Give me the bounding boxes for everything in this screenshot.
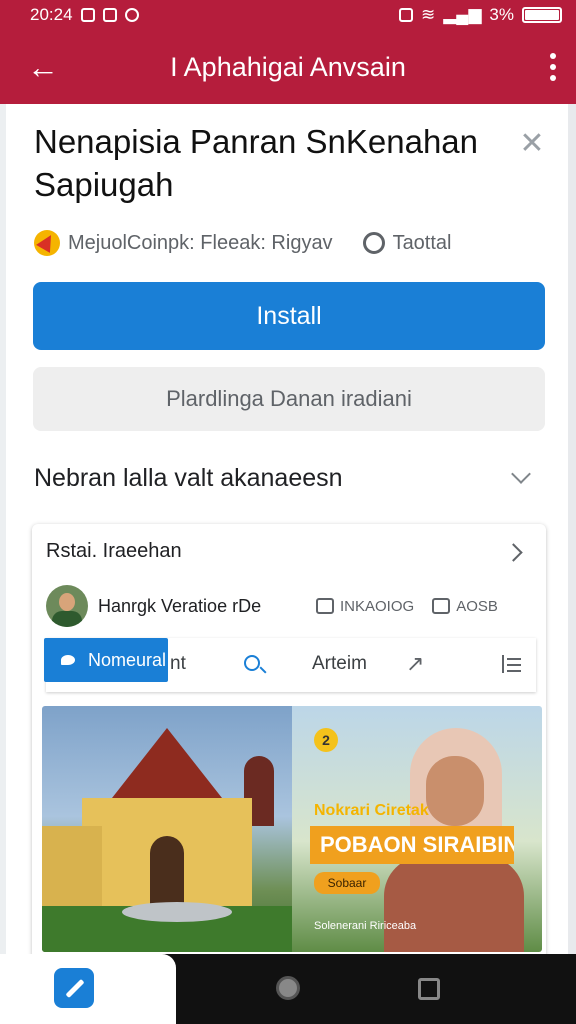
promo-small-text: Nokrari Ciretak	[314, 802, 429, 819]
preview-card[interactable]: Rstai. Iraeehan Hanrgk Veratioe rDe INKA…	[32, 524, 546, 959]
app-bar: ← I Aphahigai Anvsain	[0, 30, 576, 104]
app-bar-title: I Aphahigai Anvsain	[170, 51, 406, 82]
pill-label: Nomeural	[88, 649, 167, 670]
list-icon[interactable]	[502, 655, 522, 673]
chevron-right-icon[interactable]	[506, 542, 526, 562]
palace-door	[150, 836, 184, 908]
notification-icon	[80, 8, 95, 22]
app-notification-icon	[102, 8, 117, 22]
palace-photo	[42, 706, 292, 952]
status-time: 20:24	[30, 5, 73, 24]
post-row: Hanrgk Veratioe rDe INKAOIOG AOSB	[46, 584, 536, 628]
active-tab-pill[interactable]: Nomeural	[44, 638, 168, 682]
developer-name: MejuolCoinpk: Fleeak: Rigyav	[68, 231, 333, 254]
developer-logo-icon	[34, 230, 60, 256]
more-vert-icon[interactable]	[530, 30, 576, 104]
card-header: Rstai. Iraeehan	[46, 540, 182, 562]
toolbar-item-label[interactable]: Arteim	[312, 653, 367, 675]
recents-button-icon[interactable]	[418, 978, 440, 1000]
sync-icon	[124, 8, 139, 22]
person-body	[384, 856, 524, 952]
reply-icon	[432, 598, 451, 614]
close-icon[interactable]: ✕	[514, 126, 550, 162]
share-icon[interactable]: ↗	[406, 653, 432, 675]
status-bar: 20:24 ≋ ▂▄▆ 3%	[0, 0, 576, 30]
battery-icon	[522, 7, 562, 23]
palace-roof	[112, 728, 222, 798]
section-header[interactable]: Nebran lalla valt akanaeesn	[34, 464, 534, 493]
reply-stat-label: AOSB	[456, 597, 498, 615]
signal-icon: ▂▄▆	[443, 5, 482, 24]
person-face	[426, 756, 484, 826]
comment-icon	[316, 598, 334, 614]
post-name: Hanrgk Veratioe rDe	[98, 595, 262, 616]
sheet-title: Nenapisia Panran SnKenahan Sapiugah	[34, 123, 479, 203]
card-toolbar: Nomeural nt Arteim ↗	[44, 638, 536, 692]
system-nav-bar	[0, 954, 576, 1024]
pill-suffix: nt	[170, 653, 186, 674]
wifi-icon: ≋	[420, 5, 436, 24]
rating-icon	[362, 232, 385, 254]
rating-label: Taottal	[392, 231, 452, 254]
app-meta: MejuolCoinpk: Fleeak: Rigyav Taottal	[34, 230, 452, 256]
active-app-tile[interactable]	[0, 954, 176, 1024]
secondary-button[interactable]: Plardlinga Danan iradiani	[33, 367, 545, 431]
bird-icon	[58, 652, 78, 668]
home-button-icon[interactable]	[276, 976, 300, 1000]
app-icon[interactable]	[54, 968, 94, 1008]
install-button[interactable]: Install	[33, 282, 545, 350]
battery-percent: 3%	[489, 5, 514, 24]
chevron-down-icon[interactable]	[508, 464, 536, 492]
fountain	[122, 902, 232, 922]
sheet-right-edge	[568, 104, 576, 954]
promo-panel: 2 Nokrari Ciretak POBAON SIRAIBIN Sobaar…	[292, 706, 542, 952]
install-sheet: Nenapisia Panran SnKenahan Sapiugah ✕ Me…	[6, 104, 568, 959]
comment-stat-label: INKAOIOG	[340, 597, 415, 615]
status-right: ≋ ▂▄▆ 3%	[398, 5, 562, 25]
promo-banner[interactable]: 2 Nokrari Ciretak POBAON SIRAIBIN Sobaar…	[42, 706, 542, 952]
search-icon[interactable]	[244, 655, 260, 671]
back-arrow-icon[interactable]: ←	[0, 30, 86, 104]
status-left: 20:24	[30, 5, 139, 25]
reply-stat[interactable]: AOSB	[432, 598, 498, 615]
comment-stat[interactable]: INKAOIOG	[316, 598, 414, 615]
promo-headline: POBAON SIRAIBIN	[310, 826, 514, 864]
avatar	[46, 585, 88, 627]
promo-footer: Solenerani Ririceaba	[314, 920, 417, 932]
palace-wing	[42, 826, 102, 906]
message-icon	[398, 8, 413, 22]
promo-badge: 2	[314, 728, 338, 752]
promo-tag[interactable]: Sobaar	[314, 872, 380, 894]
